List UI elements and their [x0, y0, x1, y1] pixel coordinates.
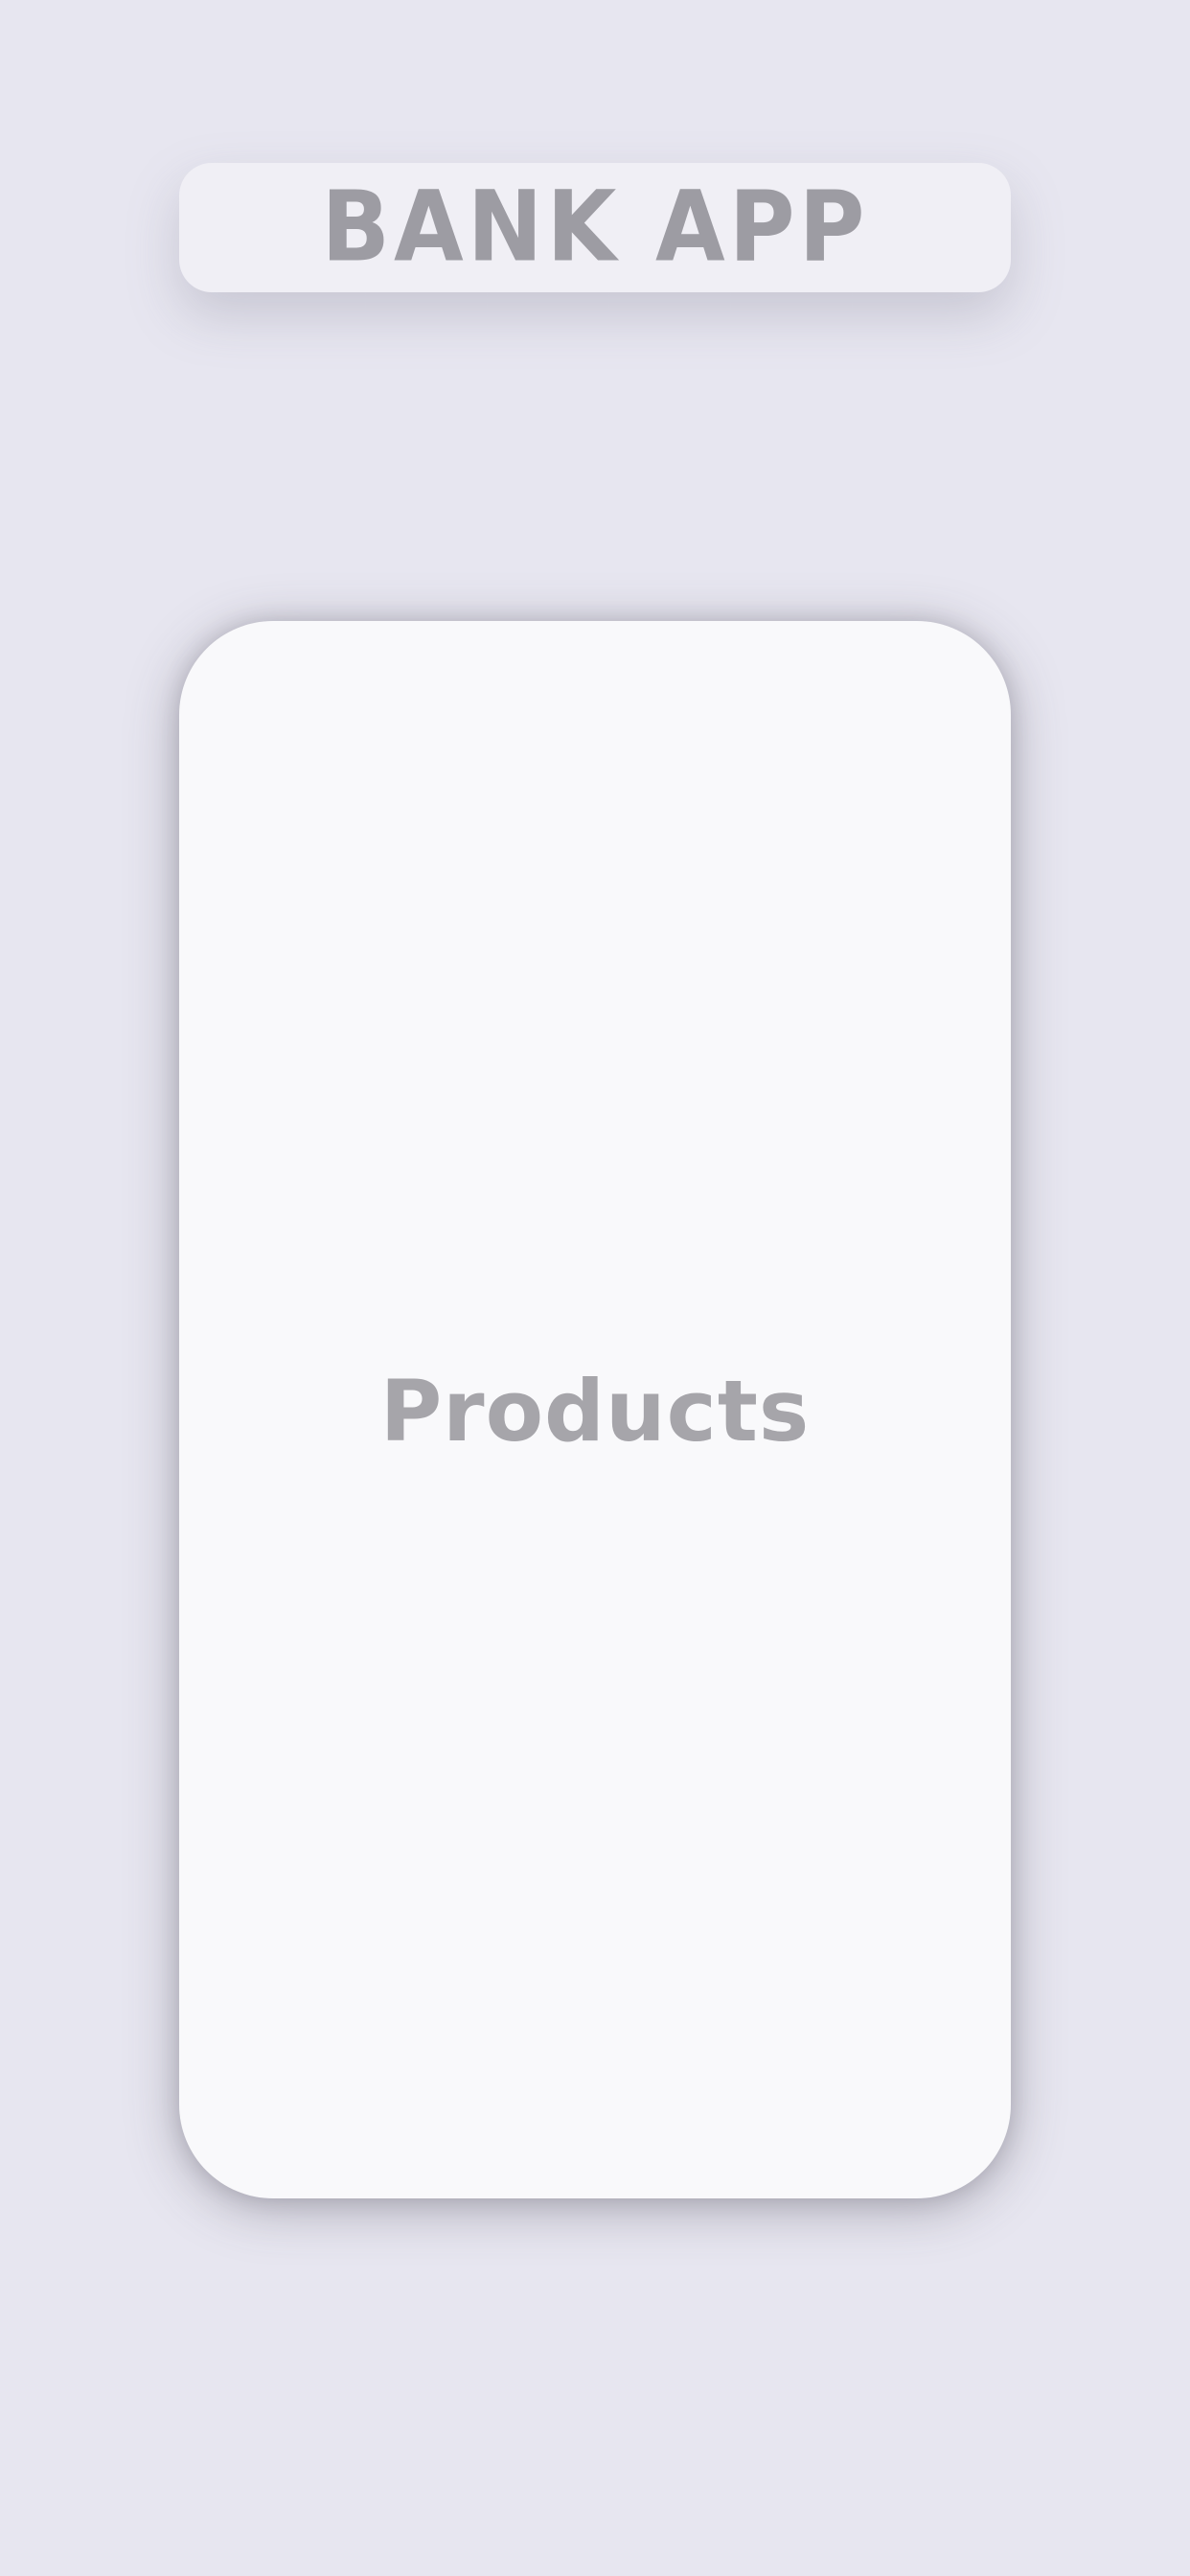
- app-title: BANK APP: [321, 171, 869, 284]
- products-label: Products: [379, 1362, 811, 1460]
- products-card[interactable]: Products: [179, 621, 1011, 2198]
- app-header: BANK APP: [179, 163, 1011, 292]
